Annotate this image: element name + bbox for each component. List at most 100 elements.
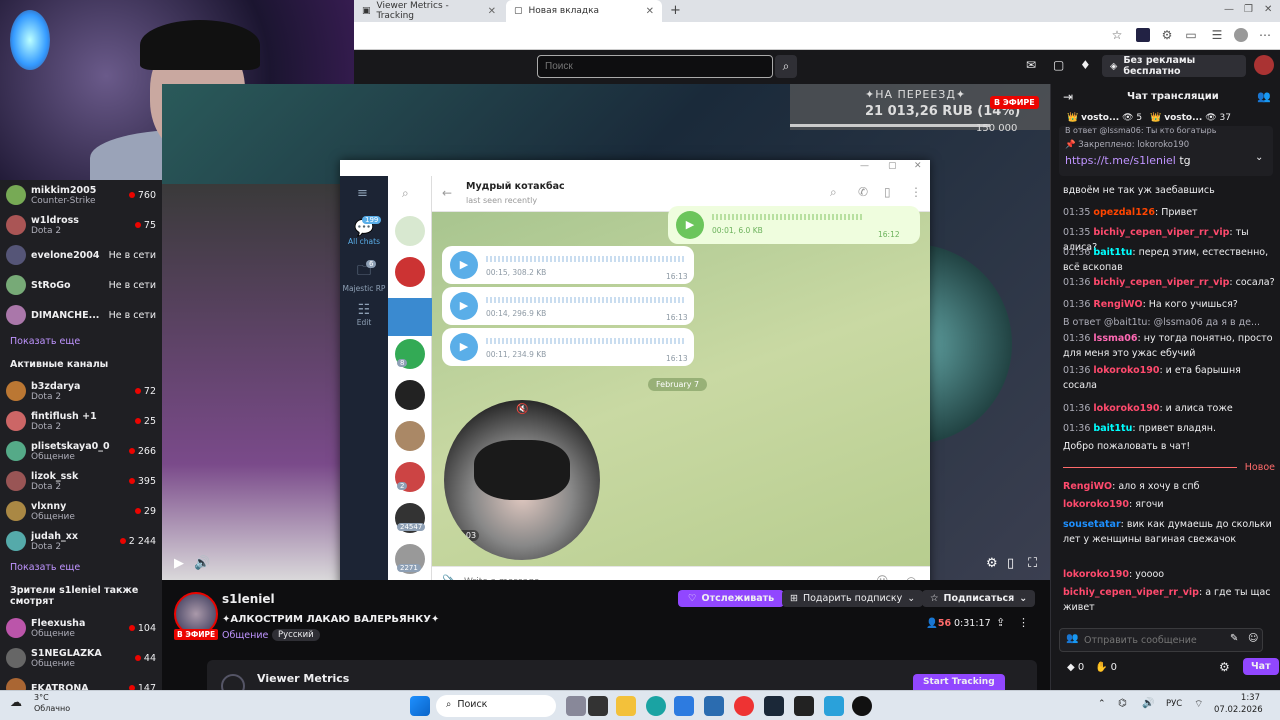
phone-icon[interactable]: ✆ <box>858 185 868 199</box>
play-icon[interactable]: ▶ <box>174 556 184 571</box>
chat-message[interactable]: Добро пожаловать в чат! <box>1063 440 1275 455</box>
close-icon[interactable]: ✕ <box>914 161 922 171</box>
sidebar-channel[interactable]: evelone2004 Не в сети <box>6 240 156 270</box>
sidebar-channel[interactable]: Fleexusha Общение 104 <box>6 613 156 643</box>
chat-input[interactable] <box>1084 632 1224 648</box>
play-voice-icon[interactable]: ▶ <box>450 333 478 361</box>
chat-list-item[interactable] <box>395 216 425 246</box>
chat-message[interactable]: В ответ @bait1tu: @lssma06 да я в де... <box>1063 316 1275 331</box>
chat-list-item[interactable] <box>395 380 425 410</box>
search-icon[interactable]: ⌕ <box>830 185 837 200</box>
volume-icon[interactable]: 🔊 <box>194 556 210 571</box>
language-tag[interactable]: Русский <box>272 629 320 641</box>
chat-username[interactable]: RengiWO <box>1063 481 1112 492</box>
sidebar-channel[interactable]: vlxnny Общение 29 <box>6 496 156 526</box>
browser-tab-viewer-metrics[interactable]: ▣ Viewer Metrics - Tracking ✕ <box>354 0 504 22</box>
tray-chevron-icon[interactable]: ⌃ <box>1098 699 1106 709</box>
chat-username[interactable]: RengiWO <box>1093 299 1142 310</box>
no-ads-button[interactable]: ◈ Без рекламы бесплатно <box>1102 55 1246 77</box>
file-explorer-icon[interactable] <box>616 696 636 716</box>
collapse-chat-icon[interactable]: ⇥ <box>1063 90 1073 104</box>
chat-username[interactable]: bait1tu <box>1093 423 1132 434</box>
more-options-icon[interactable]: ⋮ <box>910 185 922 199</box>
sidebar-toggle-icon[interactable]: ▯ <box>884 185 891 199</box>
follow-button[interactable]: ♡ Отслеживать <box>678 590 785 607</box>
chat-message[interactable]: 01:36 bichiy_cepen_viper_rr_vip: сосала? <box>1063 276 1275 291</box>
chat-list-item[interactable] <box>388 298 432 336</box>
settings-gear-icon[interactable]: ⚙ <box>986 556 998 571</box>
chat-username[interactable]: lssma06 <box>1093 333 1137 344</box>
chat-message[interactable]: 01:36 bait1tu: перед этим, естественно, … <box>1063 246 1275 275</box>
sidebar-channel[interactable]: plisetskaya0_0 Общение 266 <box>6 436 156 466</box>
folder-majestic-rp[interactable]: 🗀 6 Majestic RP <box>340 260 388 293</box>
chat-username[interactable]: bichiy_cepen_viper_rr_vip <box>1063 587 1199 598</box>
search-icon[interactable]: ⌕ <box>402 186 409 201</box>
chat-list-item[interactable] <box>395 257 425 287</box>
chat-message[interactable]: bichiy_cepen_viper_rr_vip: а где ты щас … <box>1063 586 1275 615</box>
chat-username[interactable]: bait1tu <box>1093 247 1132 258</box>
sidebar-channel[interactable]: judah_xx Dota 2 2 244 <box>6 526 156 556</box>
chat-username[interactable]: bichiy_cepen_viper_rr_vip <box>1093 277 1229 288</box>
task-view-icon[interactable] <box>566 696 586 716</box>
chrome-icon[interactable] <box>734 696 754 716</box>
sidebar-channel[interactable]: w1ldross Dota 2 75 <box>6 210 156 240</box>
bits-balance[interactable]: ✋ 0 <box>1095 662 1117 673</box>
emoji-icon[interactable]: ☺ <box>1248 633 1258 644</box>
sidebar-channel[interactable]: mikkim2005 Counter-Strike 760 <box>6 180 156 210</box>
chat-message[interactable]: 01:36 lokoroko190: и алиса тоже <box>1063 402 1275 417</box>
search-input[interactable] <box>537 55 773 78</box>
gifter-1[interactable]: 👑 vosto... 👁 5 <box>1067 113 1142 123</box>
chat-send-button[interactable]: Чат <box>1243 658 1279 675</box>
extension-puzzle-icon[interactable]: ⚙ <box>1160 28 1174 42</box>
gifter-2[interactable]: 👑 vosto... 👁 37 <box>1150 113 1231 123</box>
category-link[interactable]: Общение <box>222 630 268 641</box>
theatre-mode-icon[interactable]: ▯ <box>1007 556 1014 571</box>
chat-message[interactable]: lokoroko190: ягочи <box>1063 498 1275 513</box>
app-icon[interactable] <box>794 696 814 716</box>
chat-message[interactable]: 01:36 bait1tu: привет владян. <box>1063 422 1275 437</box>
close-tab-icon[interactable]: ✕ <box>488 6 496 17</box>
hamburger-menu-icon[interactable]: ≡ <box>357 186 368 201</box>
clock-time[interactable]: 1:37 <box>1214 693 1260 703</box>
search-icon[interactable]: ⌕ <box>775 55 797 78</box>
obs-icon[interactable] <box>852 696 872 716</box>
clock-date[interactable]: 07.02.2026 <box>1214 705 1263 715</box>
magic-icon[interactable]: ✎ <box>1230 633 1238 644</box>
volume-icon[interactable]: 🔊 <box>1142 698 1154 709</box>
chat-message[interactable]: sousetatar: вик как думаешь до скольки л… <box>1063 518 1275 547</box>
chat-message[interactable]: lokoroko190: уоооо <box>1063 568 1275 583</box>
close-window-icon[interactable]: ✕ <box>1264 4 1272 15</box>
chat-list-item[interactable] <box>395 421 425 451</box>
sidebar-channel[interactable]: DIMANCHE... Не в сети <box>6 300 156 330</box>
favorites-icon[interactable]: ☰ <box>1210 28 1224 42</box>
browser-tab-new[interactable]: ▢ Новая вкладка ✕ <box>506 0 662 22</box>
show-more-link[interactable]: Показать еще <box>6 556 156 579</box>
chat-message[interactable]: вдвоём не так уж заебавшись <box>1063 184 1275 199</box>
chat-message[interactable]: 01:36 lssma06: ну тогда понятно, просто … <box>1063 332 1275 361</box>
user-avatar[interactable] <box>1254 55 1274 75</box>
chat-username[interactable]: lokoroko190 <box>1063 499 1129 510</box>
chat-username[interactable]: opezdal126 <box>1093 207 1155 218</box>
mail-icon[interactable] <box>704 696 724 716</box>
more-icon[interactable]: ⋮ <box>1018 616 1029 629</box>
gift-sub-button[interactable]: ⊞ Подарить подписку ⌄ <box>782 590 924 607</box>
chat-username[interactable]: lokoroko190 <box>1093 403 1159 414</box>
emote-icon[interactable]: 👥 <box>1066 633 1078 644</box>
minimize-icon[interactable]: — <box>860 161 869 171</box>
sidebar-channel[interactable]: fintiflush +1 Dota 2 25 <box>6 406 156 436</box>
telegram-icon[interactable] <box>824 696 844 716</box>
bookmark-star-icon[interactable]: ☆ <box>1110 28 1124 42</box>
chat-message[interactable]: 01:36 RengiWO: На кого учишься? <box>1063 298 1275 313</box>
start-menu-icon[interactable] <box>410 696 430 716</box>
profile-avatar-icon[interactable] <box>1234 28 1248 42</box>
extension-icon[interactable] <box>1136 28 1150 42</box>
chat-message[interactable]: 01:36 lokoroko190: и ета барышня сосала <box>1063 364 1275 393</box>
new-tab-icon[interactable]: + <box>670 3 681 18</box>
wifi-icon[interactable]: ⌔ <box>1194 698 1203 711</box>
chat-list-item[interactable]: 2271 <box>395 544 425 574</box>
steam-icon[interactable] <box>764 696 784 716</box>
show-more-link[interactable]: Показать еще <box>6 330 156 353</box>
share-icon[interactable]: ⇪ <box>996 616 1005 629</box>
play-voice-icon[interactable]: ▶ <box>450 292 478 320</box>
sidebar-channel[interactable]: S1NEGLAZKA Общение 44 <box>6 643 156 673</box>
